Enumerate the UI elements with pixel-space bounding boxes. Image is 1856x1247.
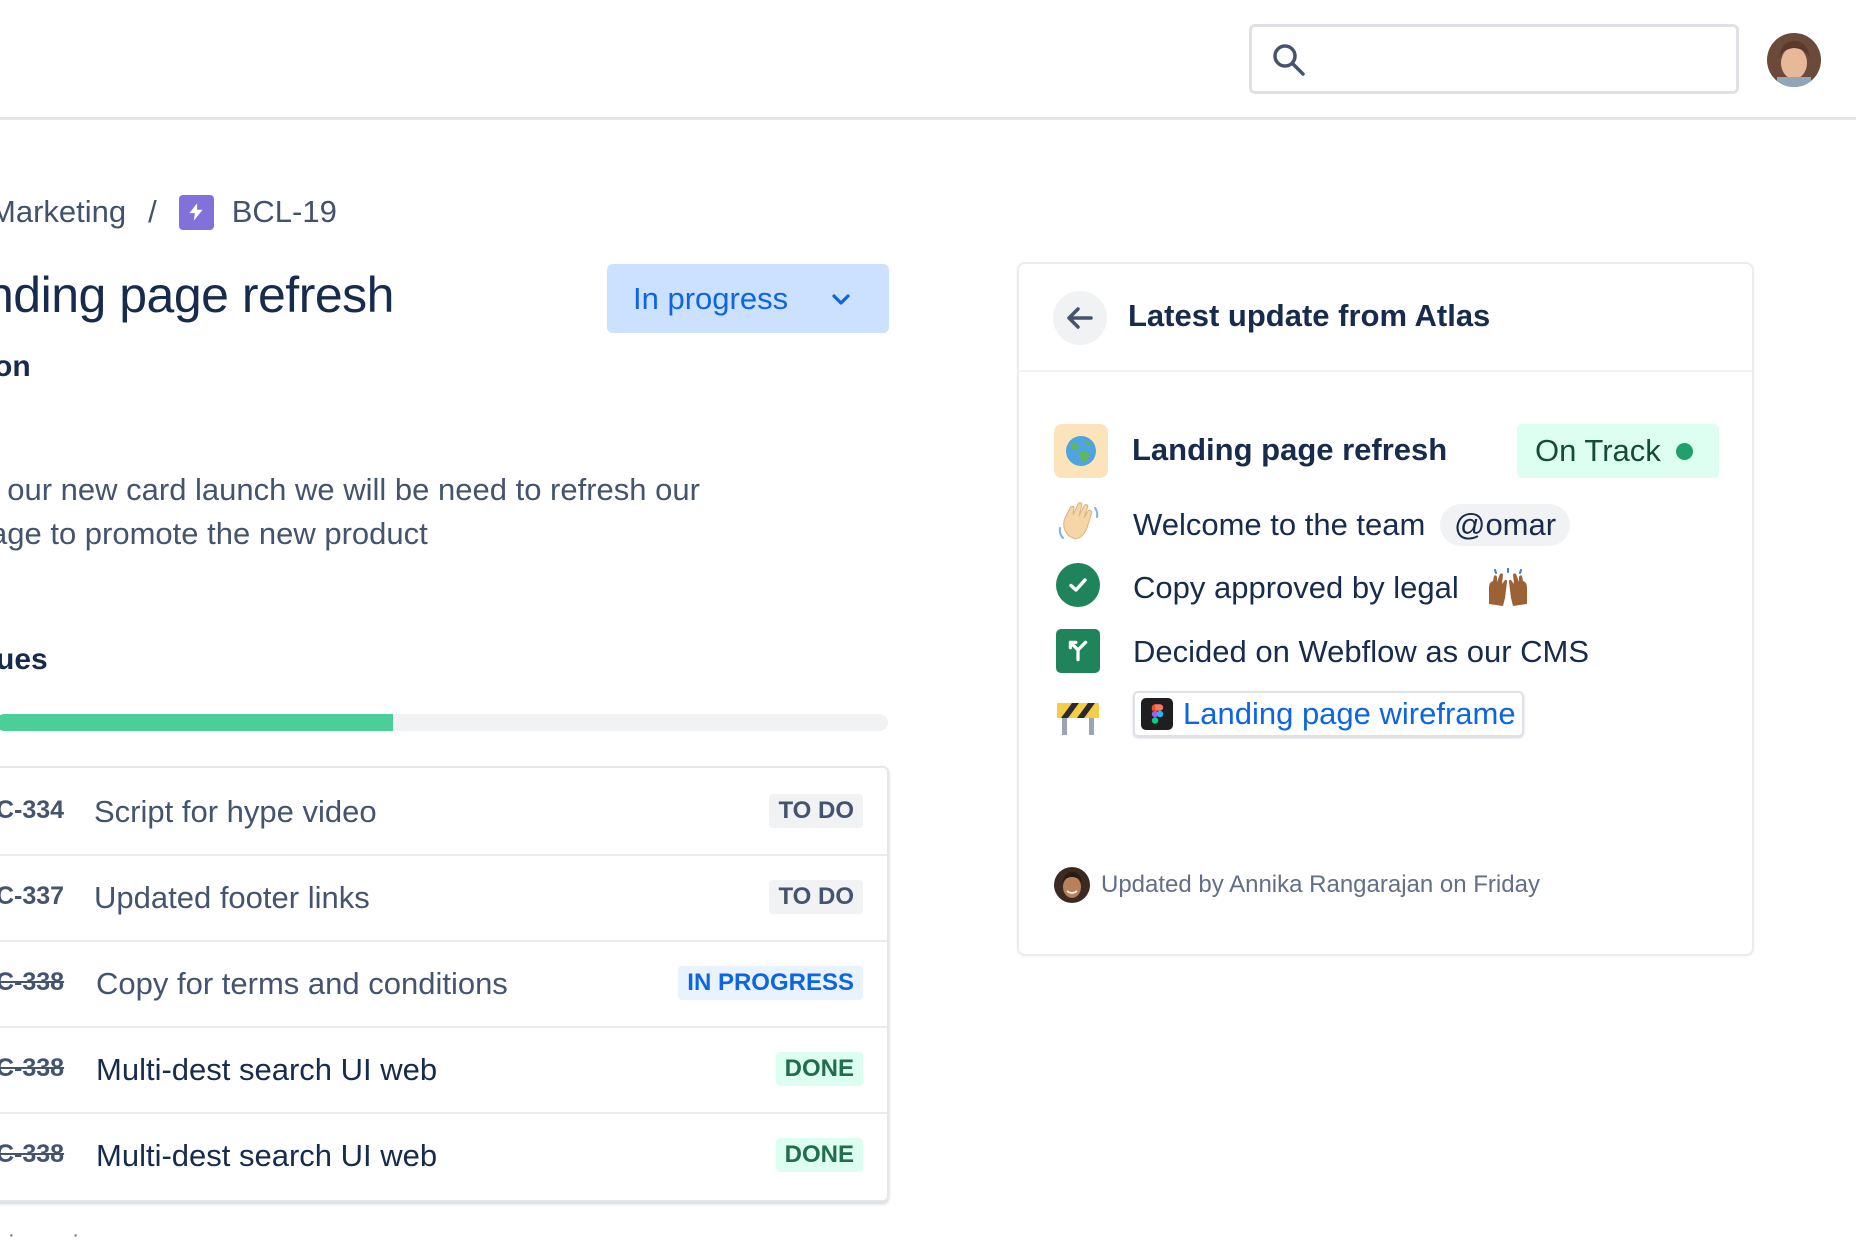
figma-link-card[interactable]: Landing page wireframe — [1133, 691, 1524, 737]
description-line: f our new card launch we will be need to… — [0, 468, 700, 512]
goal-title[interactable]: Landing page refresh — [1132, 432, 1447, 468]
issue-summary[interactable]: Copy for terms and conditions — [96, 966, 508, 1002]
status-dropdown-button[interactable]: In progress — [607, 264, 889, 333]
page-title: nding page refresh — [0, 266, 394, 324]
mention-chip[interactable]: @omar — [1440, 504, 1570, 546]
child-issue-row[interactable]: C-337 Updated footer links TO DO — [0, 856, 887, 942]
child-issue-row[interactable]: C-338 Multi-dest search UI web DONE — [0, 1114, 887, 1200]
update-message: Welcome to the team — [1133, 507, 1425, 542]
panel-header: Latest update from Atlas — [1019, 264, 1752, 372]
child-issues-list: C-334 Script for hype video TO DO C-337 Upda… — [0, 766, 889, 1202]
issue-key[interactable]: C-338 — [0, 968, 64, 997]
chevron-down-icon — [829, 288, 853, 312]
user-avatar[interactable] — [1767, 33, 1821, 87]
issue-key[interactable]: C-337 — [0, 882, 64, 911]
globe-icon — [1054, 424, 1108, 478]
waving-hand-icon — [1055, 498, 1101, 544]
construction-icon — [1055, 694, 1101, 740]
issue-key[interactable]: C-334 — [0, 796, 64, 825]
epic-lightning-icon — [179, 195, 214, 230]
status-lozenge: IN PROGRESS — [678, 966, 863, 1000]
breadcrumb-issue-key[interactable]: BCL-19 — [232, 194, 337, 230]
check-circle-icon — [1055, 562, 1101, 608]
update-text: Welcome to the team @omar — [1133, 504, 1570, 546]
goal-status-label: On Track — [1535, 433, 1661, 469]
arrow-left-icon — [1065, 303, 1095, 333]
update-item: Decided on Webflow as our CMS — [1019, 622, 1752, 682]
breadcrumb-separator: / — [148, 194, 157, 230]
update-message: Copy approved by legal — [1133, 570, 1459, 605]
search-icon — [1272, 43, 1306, 77]
atlas-update-panel: Latest update from Atlas Landing page re… — [1017, 262, 1754, 956]
decision-icon — [1055, 628, 1101, 674]
issue-summary[interactable]: Updated footer links — [94, 880, 370, 916]
description-line: age to promote the new product — [0, 512, 700, 556]
link-text: Landing page wireframe — [1183, 696, 1516, 732]
goal-status-badge: On Track — [1517, 424, 1719, 478]
issue-key[interactable]: C-338 — [0, 1140, 64, 1169]
breadcrumb-project[interactable]: Marketing — [0, 194, 126, 230]
update-message: Decided on Webflow as our CMS — [1133, 634, 1589, 670]
update-author-text: Updated by Annika Rangarajan on Friday — [1101, 871, 1540, 899]
status-lozenge: TO DO — [769, 794, 863, 828]
status-lozenge: TO DO — [769, 880, 863, 914]
description-text[interactable]: f our new card launch we will be need to… — [0, 468, 700, 556]
panel-title: Latest update from Atlas — [1128, 298, 1490, 334]
child-issue-row[interactable]: C-334 Script for hype video TO DO — [0, 770, 887, 856]
child-issues-progress-bar — [0, 714, 888, 731]
back-button[interactable] — [1053, 291, 1107, 345]
child-issue-row[interactable]: C-338 Multi-dest search UI web DONE — [0, 1028, 887, 1114]
issue-summary[interactable]: Script for hype video — [94, 794, 377, 830]
child-issue-row[interactable]: C-338 Copy for terms and conditions IN PRO… — [0, 942, 887, 1028]
child-issues-heading: ues — [0, 643, 48, 677]
top-navigation-bar — [0, 0, 1856, 120]
update-item: Landing page wireframe — [1019, 688, 1752, 748]
search-input[interactable] — [1249, 24, 1739, 94]
raised-hands-icon — [1485, 568, 1531, 608]
update-item: Welcome to the team @omar — [1019, 492, 1752, 552]
status-lozenge: DONE — [776, 1052, 863, 1086]
issue-key[interactable]: C-338 — [0, 1054, 64, 1083]
breadcrumb: Marketing / BCL-19 — [0, 192, 337, 232]
figma-icon — [1141, 698, 1173, 730]
issue-summary[interactable]: Multi-dest search UI web — [96, 1052, 437, 1088]
description-heading: on — [0, 350, 31, 384]
progress-fill — [0, 714, 393, 731]
status-lozenge: DONE — [776, 1138, 863, 1172]
update-text: Copy approved by legal — [1133, 568, 1531, 608]
issue-summary[interactable]: Multi-dest search UI web — [96, 1138, 437, 1174]
status-label: In progress — [633, 281, 788, 317]
status-dot — [1676, 443, 1693, 460]
update-item: Copy approved by legal — [1019, 556, 1752, 616]
author-avatar — [1054, 867, 1090, 903]
